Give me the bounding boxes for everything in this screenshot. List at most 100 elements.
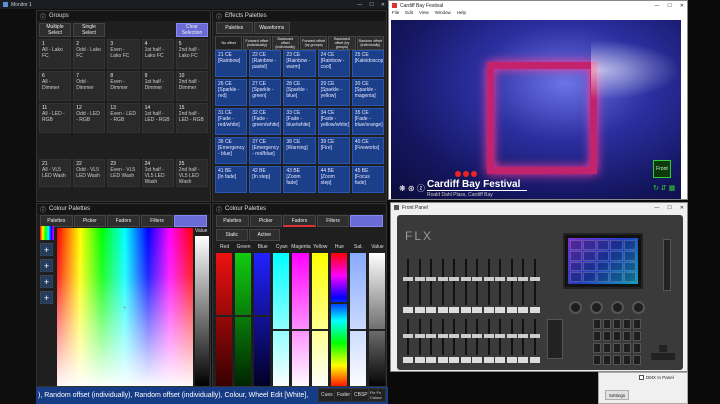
console-fader[interactable] xyxy=(403,317,413,365)
info-icon[interactable]: ⓘ xyxy=(216,12,222,21)
effect-tile[interactable]: 45 BE [Focus fade] xyxy=(351,166,384,193)
console-fader[interactable] xyxy=(426,257,436,315)
fader-cap[interactable] xyxy=(529,277,540,282)
grand-master-fader[interactable] xyxy=(547,319,563,359)
screen-cell[interactable] xyxy=(596,261,610,272)
fader-button[interactable] xyxy=(460,307,471,313)
fader-handle[interactable] xyxy=(254,315,271,318)
console-fader[interactable] xyxy=(460,257,471,315)
screen-cell[interactable] xyxy=(570,272,583,282)
fader-button[interactable] xyxy=(437,307,448,313)
fader-button[interactable] xyxy=(529,357,540,363)
group-tile[interactable]: 24 1st half - VL5 LED Wash xyxy=(141,159,174,187)
group-tile[interactable]: 8 Even - Dimmer xyxy=(107,71,140,101)
tab-picker[interactable]: Picker xyxy=(249,215,283,227)
effect-tile[interactable]: 42 BE [In step] xyxy=(249,166,282,193)
fader-cap[interactable] xyxy=(449,277,459,282)
tab-faders[interactable]: Faders xyxy=(283,215,316,227)
colour-fader[interactable] xyxy=(330,253,347,386)
fader-cap[interactable] xyxy=(483,277,494,282)
fader-cap[interactable] xyxy=(483,333,494,338)
encoder-knob[interactable] xyxy=(632,301,645,314)
fader-button[interactable] xyxy=(472,357,482,363)
console-fader[interactable] xyxy=(437,257,448,315)
fader-cap[interactable] xyxy=(518,277,528,282)
minimize-icon[interactable]: — xyxy=(357,2,362,8)
tab-fix-fx-colour[interactable]: Fix Fx Colour xyxy=(368,388,386,402)
tab-palettes[interactable]: Palettes xyxy=(216,22,253,34)
fader-cap[interactable] xyxy=(449,333,459,338)
colour-fader[interactable] xyxy=(254,253,271,386)
fader-cap[interactable] xyxy=(437,333,448,338)
fader-cap[interactable] xyxy=(426,277,436,282)
settings-button[interactable]: Settings xyxy=(605,390,629,400)
console-fader[interactable] xyxy=(495,317,505,365)
screen-cell[interactable] xyxy=(623,272,636,282)
group-tile[interactable]: 10 2nd half - Dimmer xyxy=(175,71,208,101)
fader-button[interactable] xyxy=(518,357,528,363)
tab-palettes[interactable]: Palettes xyxy=(216,215,249,227)
tab-filters[interactable]: Filters xyxy=(316,215,350,227)
console-touchscreen[interactable] xyxy=(563,233,643,289)
close-icon[interactable]: ✕ xyxy=(680,205,684,211)
effect-tile[interactable]: 25 CE[Kaleidoscope] xyxy=(351,50,384,77)
fader-button[interactable] xyxy=(403,307,413,313)
colour-fader[interactable] xyxy=(235,253,252,386)
console-fader[interactable] xyxy=(518,257,528,315)
menu-item[interactable]: Edit xyxy=(405,10,413,18)
group-tile[interactable]: 25 2nd half - VL5 LED Wash xyxy=(175,159,208,187)
keypad-key[interactable] xyxy=(613,343,621,353)
console-fader[interactable] xyxy=(518,317,528,365)
colour-fader[interactable] xyxy=(349,253,366,386)
effect-tile[interactable]: 28 CE [Sparkle - blue] xyxy=(283,79,316,106)
colour-fader[interactable] xyxy=(292,253,309,386)
keypad-key[interactable] xyxy=(603,343,611,353)
effects-column-header[interactable]: Forward offset (individually) xyxy=(243,36,271,50)
console-fader[interactable] xyxy=(449,317,459,365)
tab-picker[interactable]: Picker xyxy=(73,215,107,227)
console-fader[interactable] xyxy=(483,317,494,365)
tab-active[interactable]: Active xyxy=(248,229,280,241)
fader-cap[interactable] xyxy=(414,277,425,282)
minimize-icon[interactable]: — xyxy=(654,205,659,211)
maximize-icon[interactable]: ☐ xyxy=(369,2,373,8)
fader-cap[interactable] xyxy=(506,277,517,282)
keypad-key[interactable] xyxy=(633,319,641,329)
colour-fader[interactable] xyxy=(311,253,328,386)
fader-button[interactable] xyxy=(506,357,517,363)
screen-cell[interactable] xyxy=(623,240,636,250)
add-button[interactable]: + xyxy=(40,243,53,256)
fader-cap[interactable] xyxy=(403,333,413,338)
screen-cell[interactable] xyxy=(570,240,583,250)
effect-tile[interactable]: 29 CE [Sparkle - yellow] xyxy=(317,79,350,106)
effects-column-header[interactable]: Random offset (individually) xyxy=(356,36,384,50)
screen-cell[interactable] xyxy=(596,240,610,250)
group-tile[interactable]: 23 Even - VL5 LED Wash xyxy=(107,159,140,187)
screen-cell[interactable] xyxy=(596,250,610,261)
group-tile[interactable]: 22 Odd - VL5 LED Wash xyxy=(73,159,106,187)
colour-swatch-strip[interactable] xyxy=(40,226,54,240)
maximize-icon[interactable]: ☐ xyxy=(667,205,671,211)
effect-tile[interactable]: 44 BE [Zoom step] xyxy=(317,166,350,193)
fader-button[interactable] xyxy=(483,307,494,313)
effect-tile[interactable]: 22 CE [Rainbow - pastel] xyxy=(249,50,282,77)
tab-waveforms[interactable]: Waveforms xyxy=(253,22,290,34)
keypad-key[interactable] xyxy=(593,355,601,365)
effect-tile[interactable]: 26 CE [Sparkle - red] xyxy=(215,79,248,106)
fader-button[interactable] xyxy=(518,307,528,313)
fader-button[interactable] xyxy=(414,357,425,363)
screen-cell[interactable] xyxy=(610,250,623,261)
keypad-key[interactable] xyxy=(613,319,621,329)
fader-cap[interactable] xyxy=(495,333,505,338)
console-fader[interactable] xyxy=(472,317,482,365)
menu-item[interactable]: File xyxy=(392,10,399,18)
keypad-key[interactable] xyxy=(603,331,611,341)
fader-handle[interactable] xyxy=(235,315,252,318)
menu-item[interactable]: View xyxy=(419,10,429,18)
multiple-select-button[interactable]: Multiple Select xyxy=(39,23,71,37)
fader-cap[interactable] xyxy=(495,277,505,282)
effect-tile[interactable]: 36 CE [Emergency - blue] xyxy=(215,137,248,164)
group-tile[interactable]: 3 Even - Lako FC xyxy=(107,39,140,69)
stage-visualiser[interactable]: ❋ ⊛ ⓩ Cardiff Bay Festival Roald Dahl Pl… xyxy=(391,20,681,199)
close-icon[interactable]: ✕ xyxy=(680,3,684,9)
